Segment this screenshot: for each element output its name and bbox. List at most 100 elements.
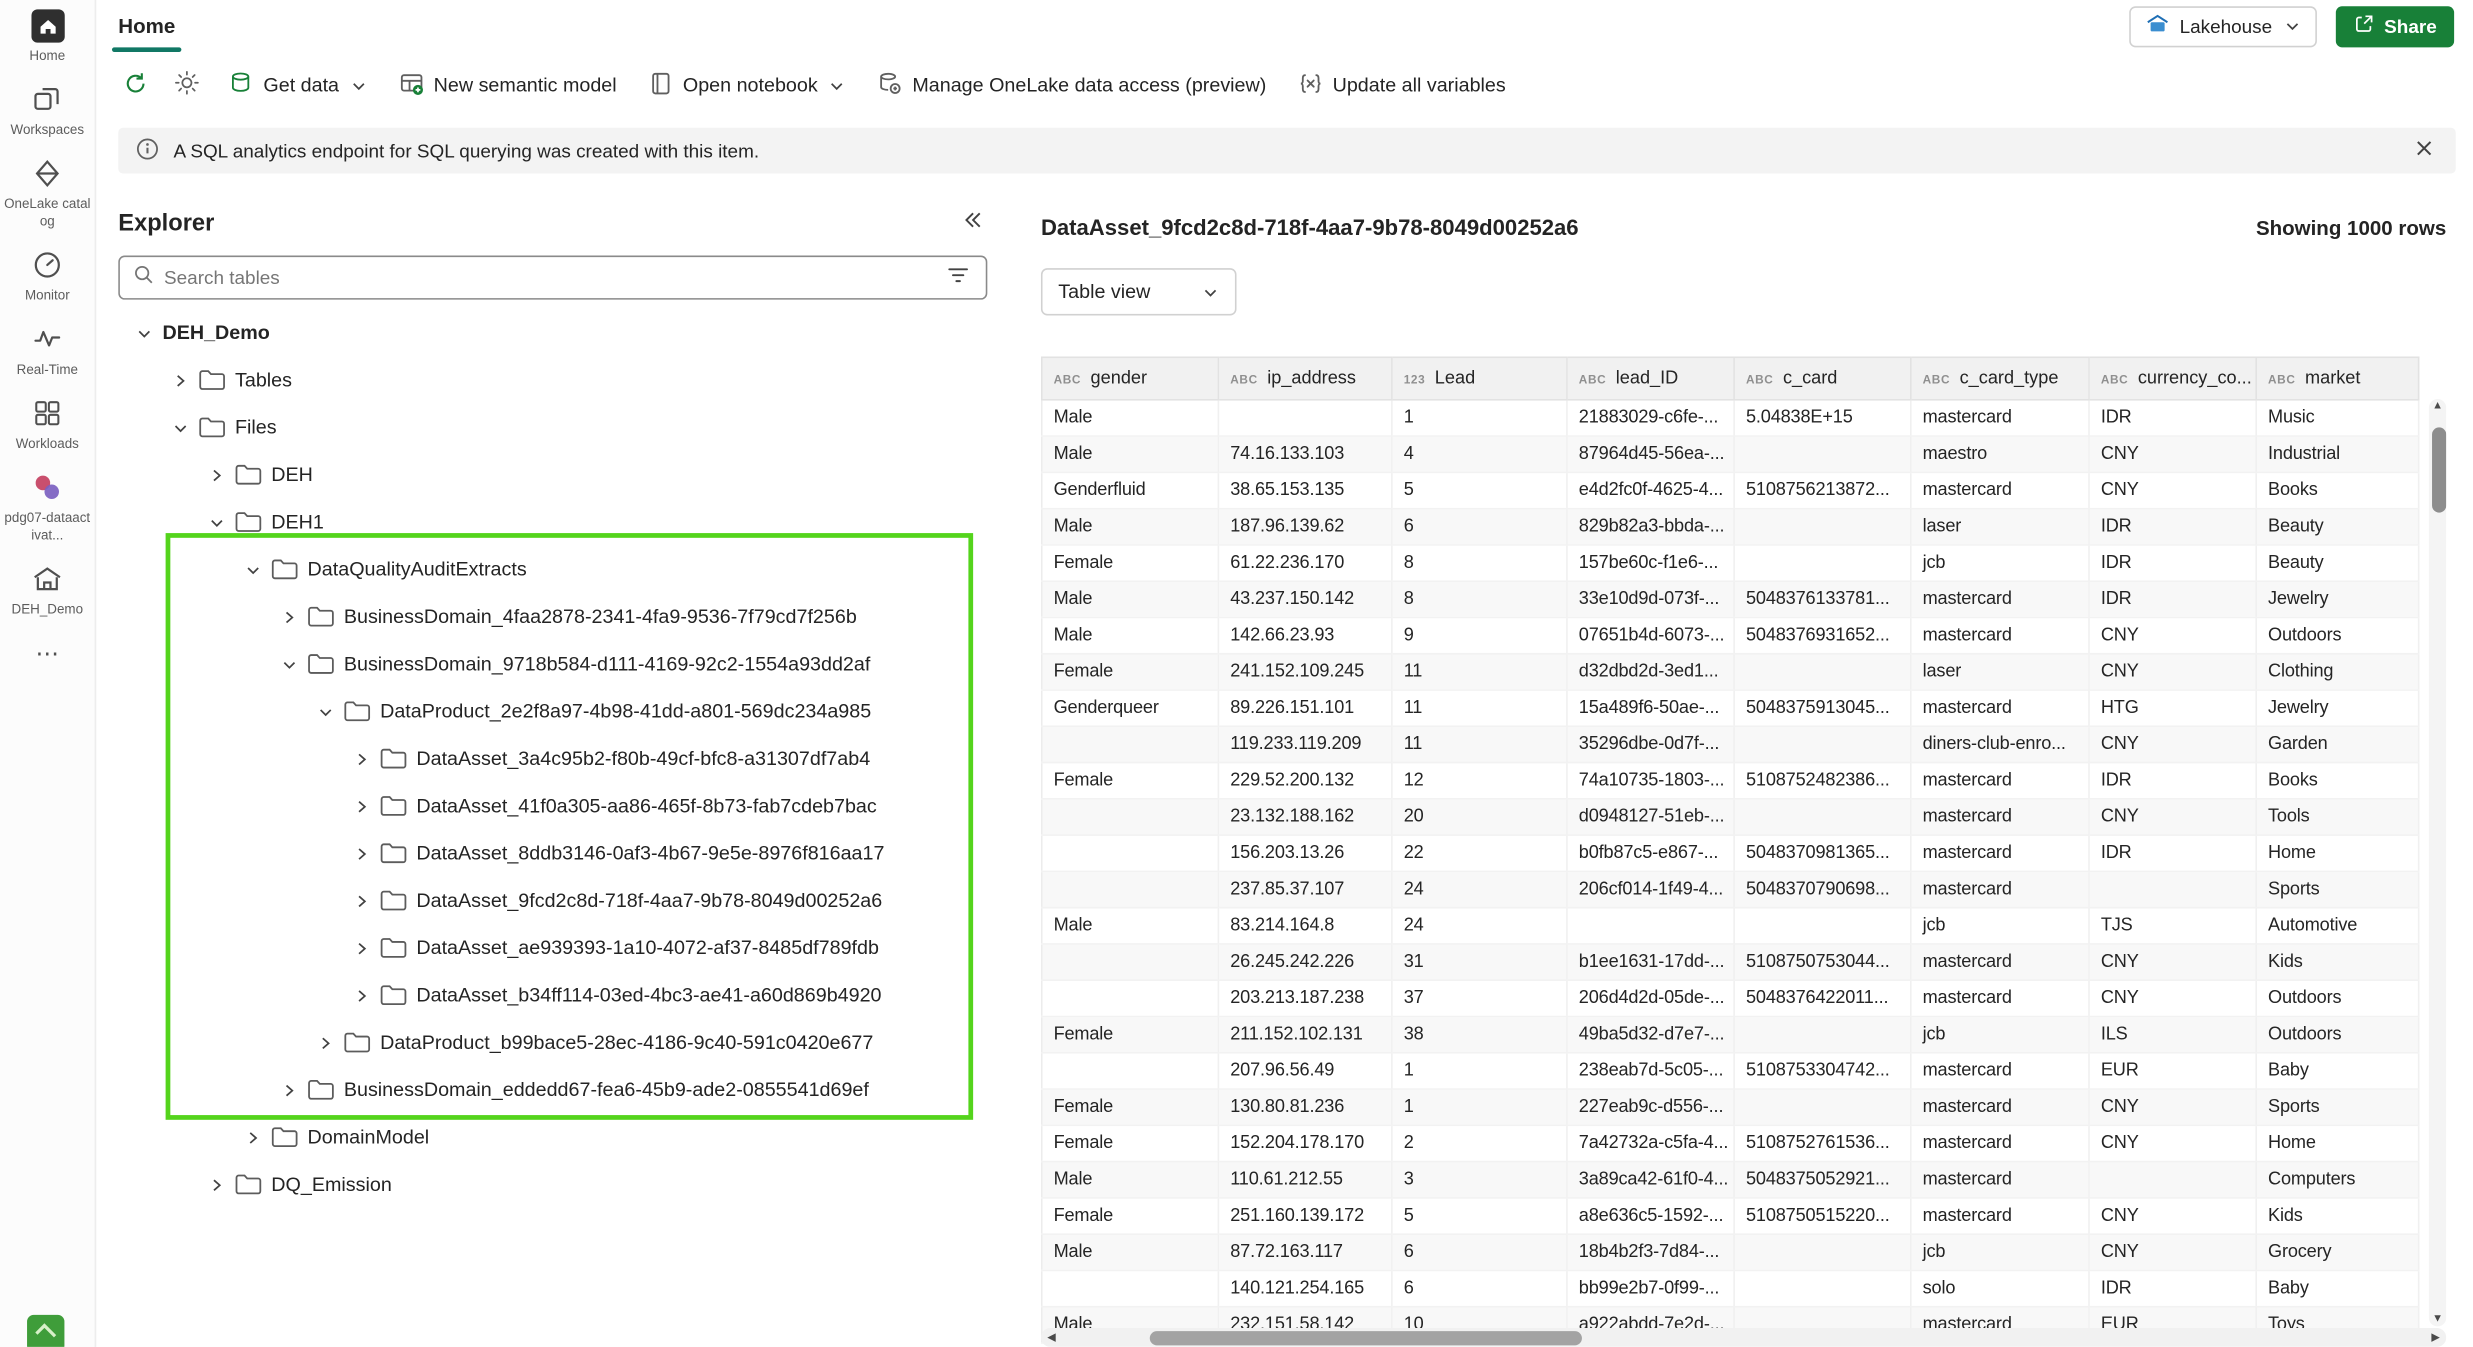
- table-row[interactable]: Female251.160.139.1725a8e636c5-1592-...5…: [1042, 1198, 2419, 1234]
- column-header-Lead[interactable]: 123Lead: [1392, 357, 1567, 400]
- table-row[interactable]: 207.96.56.491238eab7d-5c05-...5108753304…: [1042, 1053, 2419, 1089]
- tree-item[interactable]: Files: [118, 404, 987, 451]
- table-row[interactable]: Male110.61.212.5533a89ca42-61f0-4...5048…: [1042, 1162, 2419, 1198]
- chevron-right-icon[interactable]: [352, 845, 371, 862]
- banner-close-button[interactable]: [2410, 134, 2438, 167]
- chevron-right-icon[interactable]: [352, 892, 371, 909]
- tree-item[interactable]: DataAsset_8ddb3146-0af3-4b67-9e5e-8976f8…: [118, 830, 987, 877]
- table-row[interactable]: 23.132.188.16220d0948127-51eb-...masterc…: [1042, 799, 2419, 835]
- table-row[interactable]: Male121883029-c6fe-...5.04838E+15masterc…: [1042, 400, 2419, 436]
- tree-item[interactable]: DomainModel: [118, 1114, 987, 1161]
- chevron-down-icon[interactable]: [134, 324, 153, 341]
- chevron-right-icon[interactable]: [352, 939, 371, 956]
- rail-item-monitor[interactable]: Monitor: [0, 247, 95, 302]
- collapse-panel-button[interactable]: [957, 205, 987, 240]
- chevron-right-icon[interactable]: [352, 750, 371, 767]
- new-semantic-model-button[interactable]: New semantic model: [385, 61, 631, 110]
- open-notebook-button[interactable]: Open notebook: [634, 61, 860, 110]
- scroll-left-icon[interactable]: ◀: [1047, 1332, 1056, 1343]
- chevron-right-icon[interactable]: [207, 1176, 226, 1193]
- table-row[interactable]: Female61.22.236.1708157be60c-f1e6-...jcb…: [1042, 545, 2419, 581]
- tree-item[interactable]: DataAsset_9fcd2c8d-718f-4aa7-9b78-8049d0…: [118, 877, 987, 924]
- rail-item-pdg07-workspace[interactable]: pdg07-dataactivat...: [0, 470, 95, 542]
- chevron-down-icon[interactable]: [279, 655, 298, 672]
- tree-item[interactable]: DataAsset_3a4c95b2-f80b-49cf-bfc8-a31307…: [118, 735, 987, 782]
- table-row[interactable]: 119.233.119.2091135296dbe-0d7f-...diners…: [1042, 726, 2419, 762]
- get-data-button[interactable]: Get data: [214, 61, 381, 110]
- tree-item[interactable]: DataProduct_b99bace5-28ec-4186-9c40-591c…: [118, 1019, 987, 1066]
- table-row[interactable]: Female229.52.200.1321274a10735-1803-...5…: [1042, 763, 2419, 799]
- table-row[interactable]: 237.85.37.10724206cf014-1f49-4...5048370…: [1042, 871, 2419, 907]
- scroll-right-icon[interactable]: ▶: [2431, 1332, 2440, 1343]
- table-row[interactable]: Female241.152.109.24511d32dbd2d-3ed1...l…: [1042, 654, 2419, 690]
- chevron-down-icon[interactable]: [170, 419, 189, 436]
- tree-item[interactable]: DataQualityAuditExtracts: [118, 546, 987, 593]
- view-selector[interactable]: Table view: [1041, 268, 1237, 315]
- chevron-down-icon[interactable]: [315, 703, 334, 720]
- table-row[interactable]: Male74.16.133.103487964d45-56ea-...maest…: [1042, 436, 2419, 472]
- tree-item[interactable]: BusinessDomain_9718b584-d111-4169-92c2-1…: [118, 640, 987, 687]
- chevron-right-icon[interactable]: [279, 608, 298, 625]
- column-header-lead_ID[interactable]: ABClead_ID: [1567, 357, 1734, 400]
- vertical-scrollbar[interactable]: ▲ ▼: [2429, 399, 2446, 1326]
- settings-button[interactable]: [162, 62, 211, 109]
- tree-item[interactable]: DEH: [118, 451, 987, 498]
- rail-item-workloads[interactable]: Workloads: [0, 396, 95, 451]
- chevron-right-icon[interactable]: [352, 987, 371, 1004]
- scroll-up-icon[interactable]: ▲: [2432, 401, 2443, 412]
- table-row[interactable]: 203.213.187.23837206d4d2d-05de-...504837…: [1042, 980, 2419, 1016]
- search-input[interactable]: [164, 267, 934, 289]
- scroll-down-icon[interactable]: ▼: [2432, 1314, 2443, 1325]
- tree-item[interactable]: BusinessDomain_eddedd67-fea6-45b9-ade2-0…: [118, 1066, 987, 1113]
- table-row[interactable]: Genderfluid38.65.153.1355e4d2fc0f-4625-4…: [1042, 472, 2419, 508]
- tree-item[interactable]: BusinessDomain_4faa2878-2341-4fa9-9536-7…: [118, 593, 987, 640]
- tree-item[interactable]: DQ_Emission: [118, 1161, 987, 1208]
- chevron-right-icon[interactable]: [207, 466, 226, 483]
- chevron-right-icon[interactable]: [352, 797, 371, 814]
- table-row[interactable]: Male187.96.139.626829b82a3-bbda-...laser…: [1042, 509, 2419, 545]
- refresh-button[interactable]: [112, 62, 159, 108]
- column-header-gender[interactable]: ABCgender: [1042, 357, 1219, 400]
- column-header-c_card_type[interactable]: ABCc_card_type: [1911, 357, 2089, 400]
- horizontal-scrollbar-thumb[interactable]: [1150, 1330, 1582, 1344]
- share-button[interactable]: Share: [2335, 6, 2454, 47]
- table-row[interactable]: 140.121.254.1656bb99e2b7-0f99-...soloIDR…: [1042, 1270, 2419, 1306]
- chevron-down-icon[interactable]: [243, 561, 262, 578]
- table-row[interactable]: Female152.204.178.17027a42732a-c5fa-4...…: [1042, 1125, 2419, 1161]
- table-row[interactable]: Female211.152.102.1313849ba5d32-d7e7-...…: [1042, 1017, 2419, 1053]
- tree-item[interactable]: DataProduct_2e2f8a97-4b98-41dd-a801-569d…: [118, 688, 987, 735]
- update-variables-button[interactable]: Update all variables: [1284, 61, 1520, 110]
- table-row[interactable]: Male83.214.164.824jcbTJSAutomotive: [1042, 908, 2419, 944]
- column-header-currency_co...[interactable]: ABCcurrency_co...: [2089, 357, 2256, 400]
- vertical-scrollbar-thumb[interactable]: [2431, 427, 2445, 512]
- table-row[interactable]: 156.203.13.2622b0fb87c5-e867-...50483709…: [1042, 835, 2419, 871]
- tree-item[interactable]: DataAsset_41f0a305-aa86-465f-8b73-fab7cd…: [118, 782, 987, 829]
- chevron-right-icon[interactable]: [279, 1081, 298, 1098]
- column-header-ip_address[interactable]: ABCip_address: [1218, 357, 1391, 400]
- tree-item[interactable]: DEH1: [118, 498, 987, 545]
- tree-item[interactable]: DataAsset_b34ff114-03ed-4bc3-ae41-a60d86…: [118, 972, 987, 1019]
- table-row[interactable]: Male142.66.23.93907651b4d-6073-...504837…: [1042, 617, 2419, 653]
- chevron-right-icon[interactable]: [243, 1128, 262, 1145]
- manage-onelake-access-button[interactable]: Manage OneLake data access (preview): [863, 61, 1280, 110]
- rail-item-more[interactable]: ⋯: [0, 635, 95, 670]
- rail-item-onelake-catalog[interactable]: OneLake catalog: [0, 157, 95, 229]
- chevron-right-icon[interactable]: [315, 1034, 334, 1051]
- rail-item-real-time[interactable]: Real-Time: [0, 322, 95, 377]
- rail-item-home[interactable]: Home: [0, 8, 95, 63]
- horizontal-scrollbar[interactable]: ◀ ▶: [1041, 1328, 2446, 1347]
- tab-home[interactable]: Home: [96, 0, 197, 52]
- tree-item[interactable]: Tables: [118, 356, 987, 403]
- rail-item-deh-demo[interactable]: DEH_Demo: [0, 561, 95, 616]
- table-row[interactable]: Male87.72.163.117618b4b2f3-7d84-...jcbCN…: [1042, 1234, 2419, 1270]
- horizontal-scrollbar-track[interactable]: [1062, 1328, 2425, 1347]
- chevron-down-icon[interactable]: [207, 513, 226, 530]
- table-row[interactable]: Female130.80.81.2361227eab9c-d556-...mas…: [1042, 1089, 2419, 1125]
- table-row[interactable]: Male43.237.150.142833e10d9d-073f-...5048…: [1042, 581, 2419, 617]
- table-row[interactable]: 26.245.242.22631b1ee1631-17dd-...5108750…: [1042, 944, 2419, 980]
- column-header-c_card[interactable]: ABCc_card: [1734, 357, 1911, 400]
- table-row[interactable]: Genderqueer89.226.151.1011115a489f6-50ae…: [1042, 690, 2419, 726]
- column-header-market[interactable]: ABCmarket: [2256, 357, 2418, 400]
- tree-item[interactable]: DEH_Demo: [118, 309, 987, 356]
- filter-button[interactable]: [943, 260, 973, 295]
